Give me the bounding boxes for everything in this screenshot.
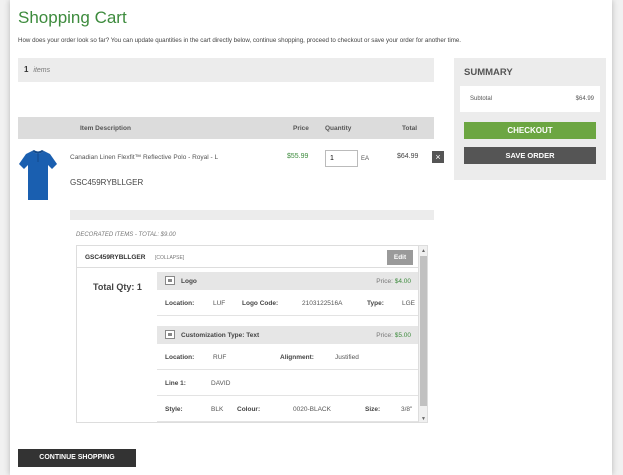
product-image[interactable] <box>18 148 58 202</box>
cart-table-header: Item Description Price Quantity Total <box>18 117 434 139</box>
collapse-link[interactable]: [COLLAPSE] <box>155 255 184 261</box>
customization-line1-row: Line 1: DAVID <box>157 370 419 396</box>
logo-details-row: Location: LUF Logo Code: 2103122516A Typ… <box>157 290 419 316</box>
subtotal-box: Subtotal $64.99 <box>460 86 600 112</box>
subtotal-value: $64.99 <box>575 96 594 102</box>
product-sku: GSC459RYBLLGER <box>70 178 144 187</box>
scroll-thumb[interactable] <box>420 256 427 406</box>
page-title: Shopping Cart <box>18 8 127 27</box>
product-total: $64.99 <box>397 153 419 160</box>
logo-label: Logo <box>181 278 197 285</box>
subtotal-label: Subtotal <box>470 96 493 102</box>
scroll-down-icon[interactable]: ▼ <box>419 415 427 422</box>
total-qty: Total Qty: 1 <box>93 282 142 292</box>
panel-scrollbar[interactable]: ▲ ▼ <box>418 246 427 422</box>
scroll-up-icon[interactable]: ▲ <box>419 247 427 255</box>
product-price: $55.99 <box>287 153 309 160</box>
edit-button[interactable]: Edit <box>387 250 413 265</box>
customization-price: Price: $5.00 <box>376 332 411 339</box>
decorated-items-title: DECORATED ITEMS - TOTAL: $9.00 <box>76 232 176 238</box>
decoration-strip <box>70 210 434 220</box>
quantity-input[interactable] <box>325 150 358 167</box>
decorated-header: GSC459RYBLLGER [COLLAPSE] Edit <box>77 246 419 268</box>
text-icon <box>165 330 175 339</box>
items-count-bar: 1 items <box>18 58 434 82</box>
customization-header: Customization Type: Text Price: $5.00 <box>157 326 419 344</box>
header-total: Total <box>402 125 418 132</box>
summary-panel: SUMMARY Subtotal $64.99 CHECKOUT SAVE OR… <box>454 58 606 180</box>
page-intro: How does your order look so far? You can… <box>18 37 462 44</box>
remove-item-icon[interactable]: × <box>432 151 444 163</box>
customization-location-row: Location: RUF Alignment: Justified <box>157 344 419 370</box>
summary-title: SUMMARY <box>464 67 513 78</box>
items-count: 1 <box>24 65 29 74</box>
customization-label: Customization Type: Text <box>181 332 260 339</box>
header-description: Item Description <box>80 125 131 132</box>
product-name[interactable]: Canadian Linen Flexfit™ Reflective Polo … <box>70 153 230 163</box>
customization-style-row: Style: BLK Colour: 0020-BLACK Size: 3/8" <box>157 396 419 422</box>
save-order-button[interactable]: SAVE ORDER <box>464 147 596 164</box>
header-quantity: Quantity <box>325 125 352 132</box>
quantity-unit: EA <box>361 156 370 162</box>
logo-price: Price: $4.00 <box>376 278 411 285</box>
decorated-sku: GSC459RYBLLGER <box>85 254 146 261</box>
decorated-items-panel: GSC459RYBLLGER [COLLAPSE] Edit Total Qty… <box>76 245 428 423</box>
checkout-button[interactable]: CHECKOUT <box>464 122 596 139</box>
continue-shopping-button[interactable]: CONTINUE SHOPPING <box>18 449 136 467</box>
header-price: Price <box>293 125 309 132</box>
items-label: items <box>33 67 51 74</box>
logo-header: Logo Price: $4.00 <box>157 272 419 290</box>
image-icon <box>165 276 175 285</box>
cart-page: Shopping Cart How does your order look s… <box>10 0 612 475</box>
